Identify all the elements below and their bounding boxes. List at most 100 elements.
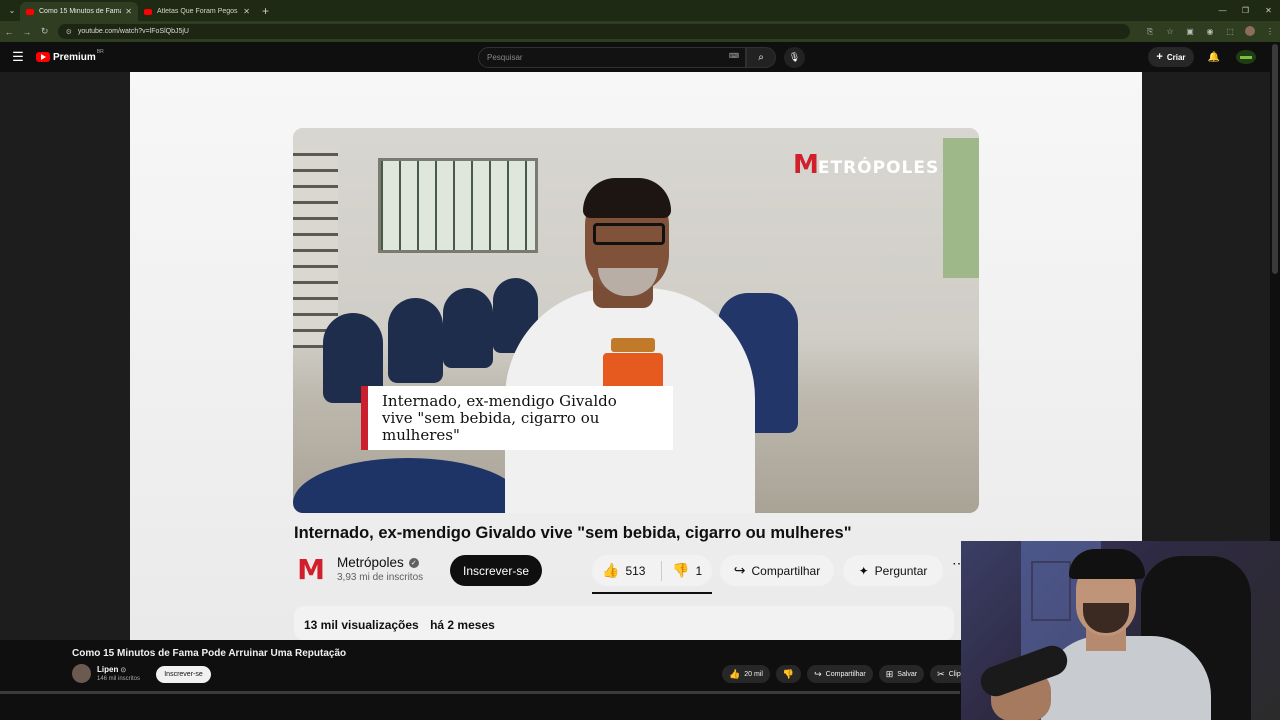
tab-title: Atletas Que Foram Pegos Trapaç xyxy=(157,8,239,15)
scene-chair xyxy=(388,298,443,383)
video-actions: 👍 20 mil 👎 ↪ Compartilhar ⊞ Salvar ✂ Clipe xyxy=(722,665,978,683)
plus-icon: + xyxy=(1156,51,1163,63)
recorded-like: 👍 513 xyxy=(592,560,662,581)
reload-icon[interactable]: ↻ xyxy=(36,26,54,37)
thumbs-down-icon: 👎 xyxy=(672,562,690,578)
extension-icon[interactable]: ▣ xyxy=(1180,27,1200,36)
install-icon[interactable]: ⎘ xyxy=(1140,27,1160,37)
verified-icon: ✓ xyxy=(408,557,419,568)
lower-third-caption: Internado, ex-mendigo Givaldo vive "sem … xyxy=(361,386,673,450)
recorded-ask: ✦ Perguntar xyxy=(843,555,943,586)
recorded-channel-info: Metrópoles ✓ 3,93 mi de inscritos xyxy=(337,555,423,583)
video-progress-bar[interactable] xyxy=(0,691,960,694)
extension-icon[interactable]: ◉ xyxy=(1200,27,1220,36)
channel-subs: 146 mil inscritos xyxy=(97,676,141,682)
watermark-m: M xyxy=(793,150,819,180)
tab-other[interactable]: Atletas Que Foram Pegos Trapaç ✕ xyxy=(138,2,256,21)
scene-window xyxy=(943,138,979,278)
watermark-text: ETRÓPOLES xyxy=(817,157,940,178)
recorded-like-count: 513 xyxy=(625,563,646,578)
save-icon: ⊞ xyxy=(885,668,894,679)
recorded-share: ↪ Compartilhar xyxy=(720,555,834,586)
back-icon[interactable]: ← xyxy=(0,27,18,37)
share-icon: ↪ xyxy=(733,562,746,578)
profile-avatar[interactable] xyxy=(1240,25,1260,38)
like-button[interactable]: 👍 20 mil xyxy=(722,665,770,683)
thumbs-down-icon: 👎 xyxy=(782,668,795,679)
recorded-highlight-underline xyxy=(592,592,712,594)
recorded-like-dislike: 👍 513 👎 1 xyxy=(592,555,712,586)
hamburger-menu-icon[interactable]: ☰ xyxy=(0,49,36,65)
url-text: youtube.com/watch?v=lFoSlQbJ5jU xyxy=(77,28,189,35)
search-icon: ⌕ xyxy=(758,52,764,63)
youtube-logo[interactable]: Premium BR xyxy=(36,49,104,63)
share-label: Compartilhar xyxy=(825,670,866,678)
create-button[interactable]: + Criar xyxy=(1148,47,1194,67)
dislike-button[interactable]: 👎 xyxy=(775,665,802,683)
notifications-bell-icon[interactable]: 🔔 xyxy=(1208,52,1220,63)
create-label: Criar xyxy=(1166,52,1186,62)
recorded-video-title: Internado, ex-mendigo Givaldo vive "sem … xyxy=(294,524,852,542)
recorded-description: 13 mil visualizações há 2 meses xyxy=(294,606,954,640)
recorded-share-label: Compartilhar xyxy=(751,563,821,578)
close-window-icon[interactable]: ✕ xyxy=(1257,6,1280,15)
recorded-video-frame: M ETRÓPOLES Internado, ex-mendigo Givald… xyxy=(293,128,979,513)
video-title: Como 15 Minutos de Fama Pode Arruinar Um… xyxy=(72,648,347,659)
close-tab-icon[interactable]: ✕ xyxy=(243,7,250,16)
save-button[interactable]: ⊞ Salvar xyxy=(878,665,925,683)
recorded-channel-subs: 3,93 mi de inscritos xyxy=(337,572,424,583)
caption-line-1: Internado, ex-mendigo Givaldo xyxy=(382,391,617,410)
recorded-channel-name: Metrópoles xyxy=(337,555,404,570)
recorded-ask-label: Perguntar xyxy=(874,563,928,578)
channel-info: Lipen ⊙ 146 mil inscritos xyxy=(97,665,140,682)
thumbs-up-icon: 👍 xyxy=(729,668,741,679)
recorded-channel-row: M Metrópoles ✓ 3,93 mi de inscritos xyxy=(297,553,423,586)
search-button[interactable]: ⌕ xyxy=(746,47,776,68)
search-input[interactable]: Pesquisar ⌨ xyxy=(478,47,746,68)
channel-row: Lipen ⊙ 146 mil inscritos xyxy=(72,664,140,683)
subscribe-button[interactable]: Inscrever-se xyxy=(156,666,211,683)
microphone-icon: 🎙 xyxy=(788,52,801,62)
site-info-icon[interactable]: ⚙ xyxy=(66,28,72,36)
channel-avatar[interactable] xyxy=(72,664,91,683)
forward-icon[interactable]: → xyxy=(18,27,36,37)
masthead-actions: + Criar 🔔 xyxy=(1148,47,1256,67)
recorded-dislike: 👎 1 xyxy=(662,562,702,579)
sparkle-icon: ✦ xyxy=(858,563,869,578)
menu-dots-icon[interactable]: ⋮ xyxy=(1260,27,1280,36)
share-icon: ↪ xyxy=(814,668,822,679)
maximize-icon[interactable]: ❐ xyxy=(1234,6,1257,15)
close-tab-icon[interactable]: ✕ xyxy=(125,7,132,16)
streamer-cap xyxy=(1069,549,1145,579)
tab-current[interactable]: Como 15 Minutos de Fama Pode ✕ xyxy=(20,2,138,21)
scene-window xyxy=(293,148,338,348)
facecam-shelf xyxy=(1031,561,1071,621)
address-bar-row: ← → ↻ ⚙ youtube.com/watch?v=lFoSlQbJ5jU … xyxy=(0,21,1280,42)
scissors-icon: ✂ xyxy=(937,668,945,679)
bookmark-star-icon[interactable]: ☆ xyxy=(1160,27,1180,36)
thumbs-up-icon: 👍 xyxy=(602,562,620,578)
scene-chair xyxy=(443,288,493,368)
voice-search-button[interactable]: 🎙 xyxy=(784,47,805,68)
new-tab-button[interactable]: + xyxy=(262,4,269,18)
url-field[interactable]: ⚙ youtube.com/watch?v=lFoSlQbJ5jU xyxy=(57,24,1131,39)
extensions-area: ⎘ ☆ ▣ ◉ ⬚ ⋮ xyxy=(1140,25,1280,38)
share-button[interactable]: ↪ Compartilhar xyxy=(807,665,873,683)
verified-icon: ⊙ xyxy=(120,667,127,674)
streamer-body xyxy=(1041,636,1211,720)
puzzle-icon[interactable]: ⬚ xyxy=(1220,27,1240,36)
interviewee-hair xyxy=(583,178,671,218)
keyboard-icon[interactable]: ⌨ xyxy=(729,52,739,60)
tab-search-icon[interactable]: ⌄ xyxy=(4,3,20,19)
youtube-play-icon xyxy=(36,52,50,62)
like-count: 20 mil xyxy=(744,670,763,678)
minimize-icon[interactable]: — xyxy=(1211,6,1234,15)
interviewee-glasses xyxy=(593,223,665,245)
window-controls: — ❐ ✕ xyxy=(1211,0,1280,21)
caption-line-2: vive "sem bebida, cigarro ou mulheres" xyxy=(382,408,600,444)
youtube-masthead: ☰ Premium BR Pesquisar ⌨ ⌕ 🎙 + Criar 🔔 xyxy=(0,42,1270,72)
account-avatar[interactable] xyxy=(1236,50,1256,64)
page-scrollbar[interactable] xyxy=(1272,44,1278,274)
youtube-favicon-icon xyxy=(144,8,152,15)
channel-name-row[interactable]: Lipen ⊙ xyxy=(97,665,140,674)
